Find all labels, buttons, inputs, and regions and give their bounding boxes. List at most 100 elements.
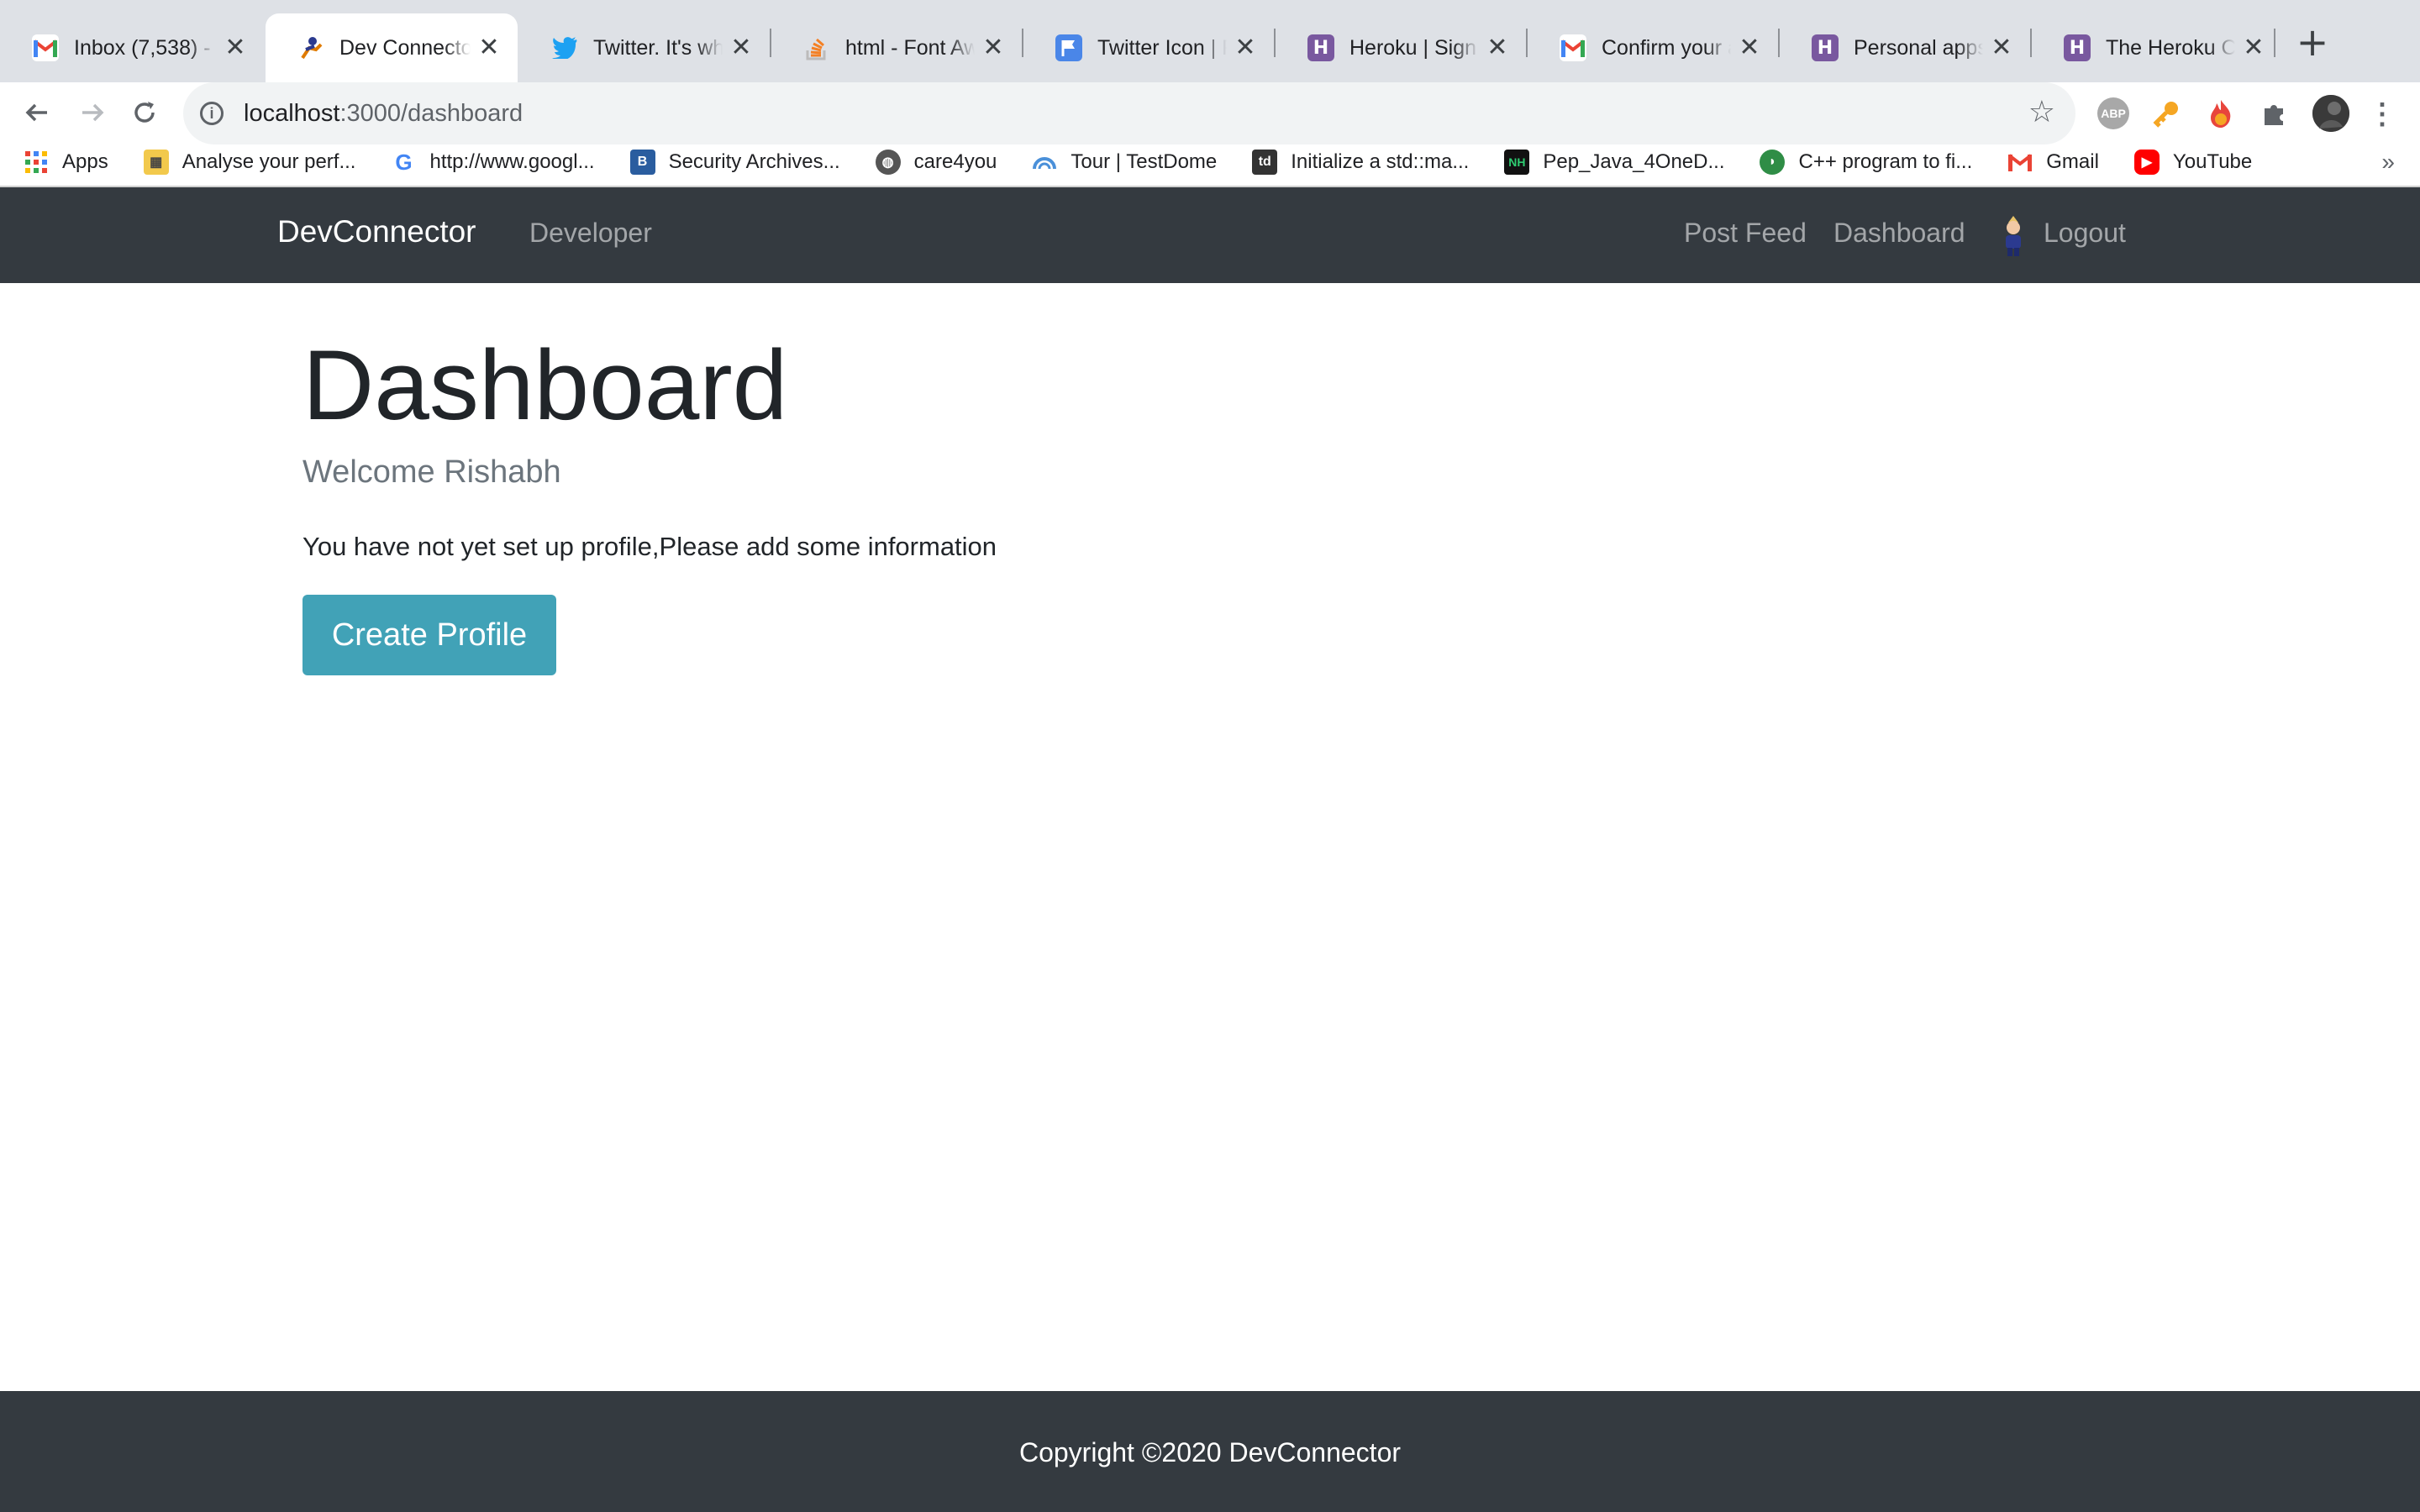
tab-title: Personal apps bbox=[1854, 35, 1983, 60]
nh-icon: NH bbox=[1504, 150, 1530, 175]
bookmark-cpp-program[interactable]: ◗ C++ program to fi... bbox=[1760, 150, 1972, 175]
profile-avatar[interactable] bbox=[2312, 95, 2349, 132]
twitter-icon bbox=[551, 34, 578, 61]
close-tab-icon[interactable]: ✕ bbox=[1486, 35, 1509, 60]
close-tab-icon[interactable]: ✕ bbox=[477, 35, 501, 60]
browser-tab[interactable]: html - Font Awe ✕ bbox=[771, 13, 1022, 82]
browser-tab[interactable]: Twitter Icon | Fo ✕ bbox=[1023, 13, 1274, 82]
page-title: Dashboard bbox=[302, 330, 788, 441]
close-tab-icon[interactable]: ✕ bbox=[981, 35, 1005, 60]
b-icon: B bbox=[629, 150, 655, 175]
forward-arrow-icon[interactable] bbox=[76, 99, 109, 133]
browser-menu-icon[interactable]: ⋮ bbox=[2368, 96, 2396, 133]
bookmark-security[interactable]: B Security Archives... bbox=[629, 150, 840, 175]
bookmark-label: Analyse your perf... bbox=[182, 150, 356, 173]
close-tab-icon[interactable]: ✕ bbox=[1234, 35, 1257, 60]
nav-post-feed-link[interactable]: Post Feed bbox=[1684, 218, 1807, 249]
browser-tab[interactable]: H Heroku | Sign u ✕ bbox=[1276, 13, 1526, 82]
app-navbar: DevConnector Developer Post Feed Dashboa… bbox=[0, 187, 2420, 283]
browser-tab[interactable]: Twitter. It's what ✕ bbox=[519, 13, 770, 82]
bookmark-google[interactable]: G http://www.googl... bbox=[391, 150, 594, 175]
globe-icon: ◍ bbox=[875, 150, 901, 175]
bookmark-label: C++ program to fi... bbox=[1798, 150, 1973, 173]
more-bookmarks-icon[interactable]: » bbox=[2381, 138, 2395, 186]
bookmark-label: http://www.googl... bbox=[429, 150, 595, 173]
reload-icon[interactable] bbox=[128, 99, 161, 133]
tab-title: Confirm your a bbox=[1602, 35, 1731, 60]
bookmark-initialize[interactable]: td Initialize a std::ma... bbox=[1252, 150, 1469, 175]
bookmark-label: Apps bbox=[62, 150, 108, 173]
td-icon: td bbox=[1252, 150, 1278, 175]
key-icon[interactable] bbox=[2151, 97, 2183, 129]
welcome-text: Welcome Rishabh bbox=[302, 454, 561, 490]
bookmark-label: care4you bbox=[913, 150, 997, 173]
footer: Copyright ©2020 DevConnector bbox=[0, 1391, 2420, 1512]
bookmark-label: Pep_Java_4OneD... bbox=[1543, 150, 1725, 173]
url-text: localhost:3000/dashboard bbox=[244, 99, 523, 127]
close-tab-icon[interactable]: ✕ bbox=[729, 35, 753, 60]
site-info-icon[interactable]: i bbox=[200, 102, 224, 125]
browser-tab[interactable]: Inbox (7,538) - ✕ bbox=[0, 13, 264, 82]
tab-separator bbox=[1274, 29, 1276, 57]
browser-tab[interactable]: Confirm your a ✕ bbox=[1528, 13, 1778, 82]
heroku-icon: H bbox=[1812, 34, 1839, 61]
nav-logout-link[interactable]: Logout bbox=[2044, 218, 2126, 249]
tab-separator bbox=[2030, 29, 2032, 57]
no-profile-message: You have not yet set up profile,Please a… bbox=[302, 532, 997, 561]
bookmark-pep-java[interactable]: NH Pep_Java_4OneD... bbox=[1504, 150, 1724, 175]
tab-title: Twitter Icon | Fo bbox=[1097, 35, 1227, 60]
tab-separator bbox=[1022, 29, 1023, 57]
browser-tab[interactable]: H The Heroku CL ✕ bbox=[2032, 13, 2282, 82]
devconnector-icon bbox=[297, 34, 324, 61]
close-tab-icon[interactable]: ✕ bbox=[1738, 35, 1761, 60]
bookmark-gmail[interactable]: Gmail bbox=[2007, 150, 2099, 175]
puzzle-icon[interactable] bbox=[2259, 97, 2291, 129]
adblock-icon[interactable]: ABP bbox=[2097, 97, 2129, 129]
browser-tabstrip: Inbox (7,538) - ✕ Dev Connector ✕ Twitte… bbox=[0, 0, 2420, 82]
tab-title: Inbox (7,538) - bbox=[74, 35, 211, 60]
bookmark-star-icon[interactable]: ☆ bbox=[2028, 96, 2055, 129]
browser-tab[interactable]: H Personal apps ✕ bbox=[1780, 13, 2030, 82]
gmail-icon bbox=[32, 34, 59, 61]
gmail-icon bbox=[1560, 34, 1586, 61]
close-tab-icon[interactable]: ✕ bbox=[2242, 35, 2265, 60]
bookmark-label: YouTube bbox=[2172, 150, 2253, 173]
gmail-icon bbox=[2007, 150, 2033, 175]
nav-developers-link[interactable]: Developer bbox=[529, 218, 652, 249]
create-profile-button[interactable]: Create Profile bbox=[302, 595, 556, 675]
tab-separator bbox=[1778, 29, 1780, 57]
bookmark-label: Tour | TestDome bbox=[1071, 150, 1218, 173]
browser-tab-active[interactable]: Dev Connector ✕ bbox=[266, 13, 518, 82]
tab-title: Twitter. It's what bbox=[593, 35, 723, 60]
close-tab-icon[interactable]: ✕ bbox=[1990, 35, 2013, 60]
geeks-icon: ◗ bbox=[1760, 150, 1786, 175]
heroku-icon: H bbox=[2064, 34, 2091, 61]
tab-separator bbox=[1526, 29, 1528, 57]
youtube-icon: ▶ bbox=[2133, 150, 2160, 175]
bookmark-label: Security Archives... bbox=[668, 150, 840, 173]
bookmark-apps[interactable]: Apps bbox=[24, 150, 108, 175]
user-avatar bbox=[1998, 214, 2028, 256]
bookmark-analyse[interactable]: ▦ Analyse your perf... bbox=[143, 150, 356, 175]
close-tab-icon[interactable]: ✕ bbox=[224, 35, 247, 60]
address-bar[interactable]: i localhost:3000/dashboard ☆ bbox=[183, 82, 2075, 144]
bookmark-youtube[interactable]: ▶ YouTube bbox=[2133, 150, 2253, 175]
copyright-text: Copyright ©2020 DevConnector bbox=[1018, 1437, 1402, 1467]
back-arrow-icon[interactable] bbox=[20, 99, 54, 133]
nav-dashboard-link[interactable]: Dashboard bbox=[1833, 218, 1965, 249]
tab-separator bbox=[2274, 29, 2275, 57]
bookmark-label: Initialize a std::ma... bbox=[1291, 150, 1470, 173]
heroku-icon: H bbox=[1307, 34, 1334, 61]
tab-title: The Heroku CL bbox=[2106, 35, 2235, 60]
stackoverflow-icon bbox=[803, 34, 830, 61]
tab-title: html - Font Awe bbox=[845, 35, 975, 60]
flag-icon bbox=[1055, 34, 1082, 61]
fire-icon[interactable] bbox=[2205, 97, 2237, 129]
analytics-icon: ▦ bbox=[143, 150, 169, 175]
bookmark-testdome[interactable]: Tour | TestDome bbox=[1032, 150, 1217, 175]
bookmark-care4you[interactable]: ◍ care4you bbox=[875, 150, 997, 175]
new-tab-button[interactable]: + bbox=[2294, 18, 2331, 66]
tab-separator bbox=[770, 29, 771, 57]
tab-title: Dev Connector bbox=[339, 35, 471, 60]
brand-link[interactable]: DevConnector bbox=[277, 214, 476, 249]
